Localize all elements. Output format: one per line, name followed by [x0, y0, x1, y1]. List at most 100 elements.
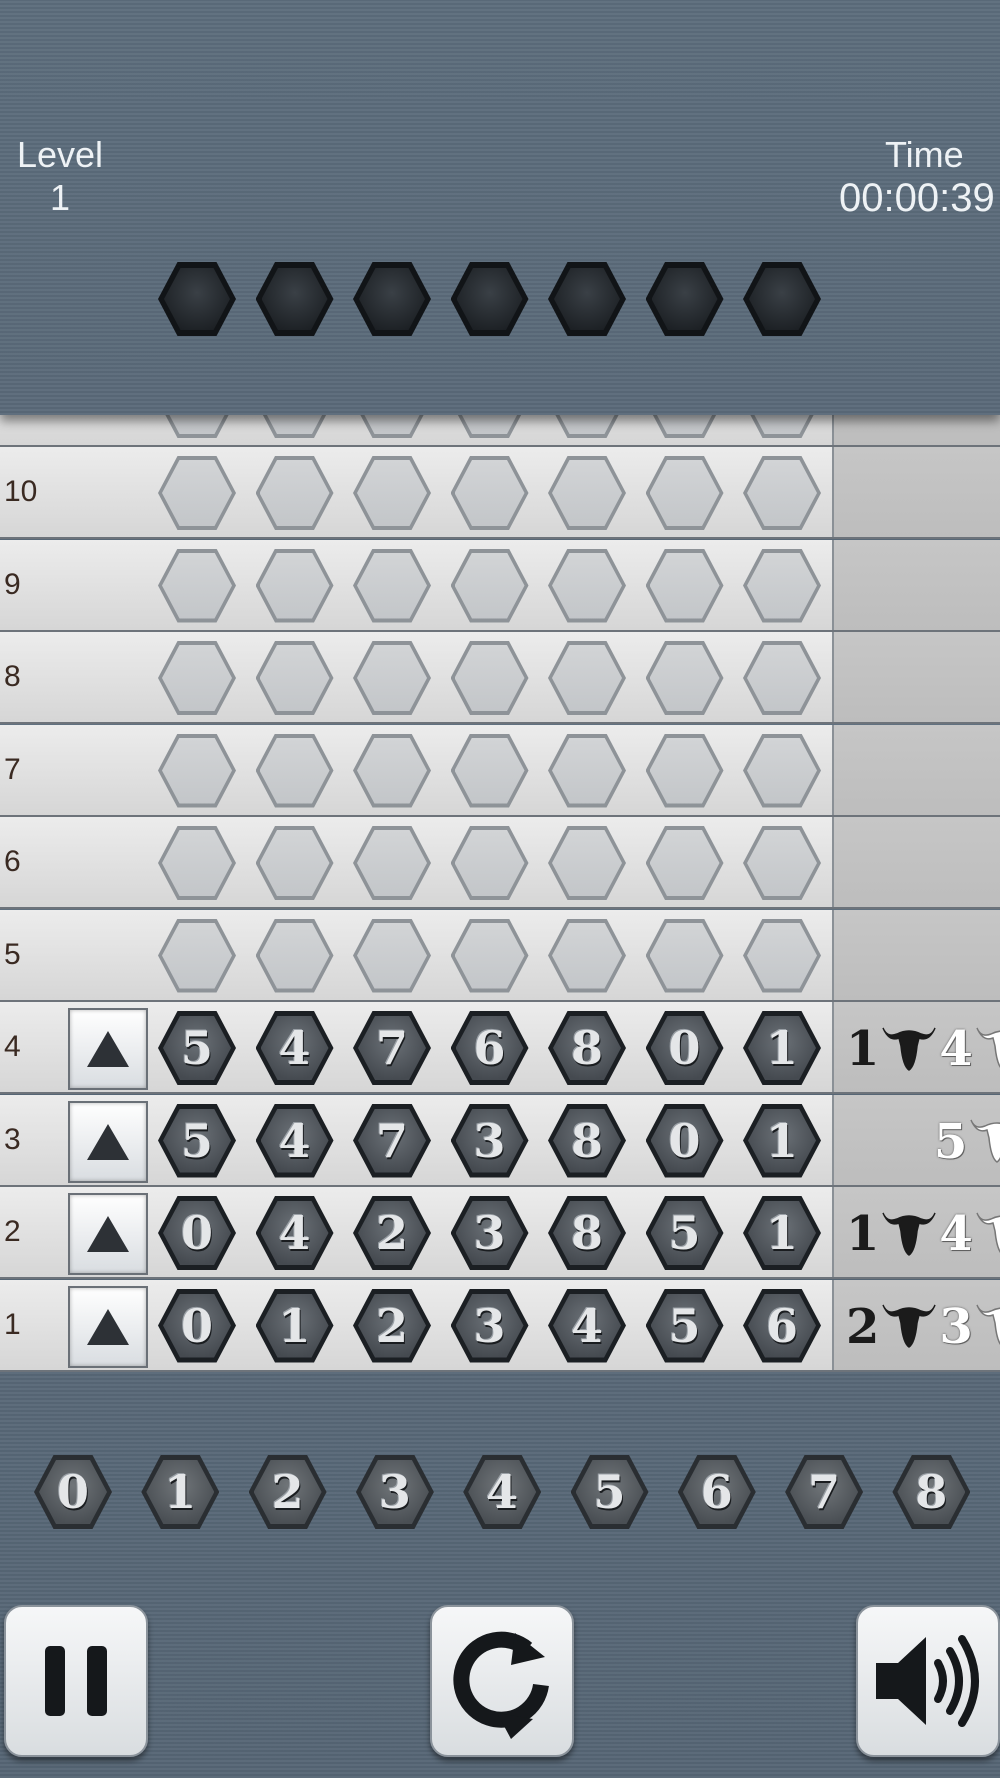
digit-key[interactable]: 5	[570, 1455, 649, 1529]
empty-slot[interactable]	[255, 641, 334, 715]
guess-digit: 1	[743, 1103, 821, 1178]
score-area	[832, 724, 1000, 815]
empty-slot	[645, 415, 724, 438]
digit-key[interactable]: 4	[463, 1455, 542, 1529]
guess-digit: 5	[158, 1011, 236, 1085]
triangle-up-icon	[87, 1031, 129, 1067]
empty-slot[interactable]	[450, 826, 529, 900]
speaker-icon	[876, 1635, 979, 1727]
triangle-up-icon	[87, 1216, 129, 1252]
row-number: 5	[4, 937, 21, 971]
guess-digit: 8	[548, 1011, 626, 1085]
cows-count: 3	[939, 1298, 973, 1355]
empty-slot[interactable]	[158, 456, 236, 530]
time-display: Time 00:00:39	[835, 135, 1000, 221]
guess-digit: 8	[548, 1196, 626, 1270]
empty-slot[interactable]	[645, 826, 724, 900]
empty-slot[interactable]	[743, 733, 821, 808]
guess-digit: 4	[255, 1103, 334, 1178]
empty-slot[interactable]	[450, 641, 529, 715]
guess-row: 4547680114	[0, 1002, 1000, 1094]
digit-key[interactable]: 7	[785, 1455, 864, 1529]
empty-slot[interactable]	[353, 641, 431, 715]
guess-row: 6	[0, 817, 1000, 909]
empty-slot[interactable]	[353, 918, 431, 993]
row-submit-button[interactable]	[68, 1008, 148, 1090]
secret-slot	[645, 262, 724, 336]
empty-slot[interactable]	[645, 918, 724, 993]
empty-slot[interactable]	[743, 548, 821, 623]
time-value: 00:00:39	[839, 176, 995, 220]
empty-slot[interactable]	[548, 548, 626, 623]
empty-slot[interactable]	[158, 918, 236, 993]
empty-slot[interactable]	[255, 918, 334, 993]
empty-slot[interactable]	[255, 826, 334, 900]
empty-slot[interactable]	[450, 548, 529, 623]
empty-slot[interactable]	[548, 826, 626, 900]
row-submit-button[interactable]	[68, 1100, 148, 1183]
digit-key[interactable]: 6	[677, 1455, 756, 1529]
digit-key[interactable]: 3	[355, 1455, 434, 1529]
triangle-up-icon	[87, 1123, 129, 1160]
digit-key[interactable]: 2	[248, 1455, 327, 1529]
empty-slot[interactable]	[743, 826, 821, 900]
empty-slot[interactable]	[353, 826, 431, 900]
empty-slot[interactable]	[645, 641, 724, 715]
empty-slot[interactable]	[645, 456, 724, 530]
empty-slot[interactable]	[353, 456, 431, 530]
score-area	[832, 539, 1000, 630]
empty-slot	[353, 415, 431, 438]
empty-slot[interactable]	[645, 548, 724, 623]
guess-row: 354738015	[0, 1094, 1000, 1187]
empty-slot[interactable]	[548, 733, 626, 808]
empty-slot[interactable]	[450, 733, 529, 808]
digit-key[interactable]: 8	[892, 1455, 971, 1529]
row-submit-button[interactable]	[68, 1285, 148, 1368]
sound-button[interactable]	[856, 1605, 1000, 1757]
pause-button[interactable]	[4, 1605, 148, 1757]
empty-slot[interactable]	[743, 641, 821, 715]
empty-slot[interactable]	[353, 548, 431, 623]
guess-digit: 4	[255, 1011, 334, 1085]
empty-slot[interactable]	[645, 733, 724, 808]
guess-digit: 6	[743, 1288, 821, 1363]
row-number: 2	[4, 1215, 21, 1248]
empty-slot[interactable]	[158, 641, 236, 715]
level-value: 1	[49, 177, 71, 218]
restart-button[interactable]	[430, 1605, 574, 1757]
empty-slot[interactable]	[158, 548, 236, 623]
empty-slot[interactable]	[548, 641, 626, 715]
cows-count: 4	[939, 1206, 973, 1262]
empty-slot[interactable]	[743, 918, 821, 993]
empty-slot[interactable]	[450, 918, 529, 993]
level-display: Level 1	[0, 135, 120, 221]
secret-slot	[548, 262, 626, 336]
empty-slot[interactable]	[743, 456, 821, 530]
row-partial	[0, 415, 1000, 447]
empty-slot[interactable]	[158, 826, 236, 900]
empty-slot[interactable]	[548, 918, 626, 993]
guess-row: 7	[0, 724, 1000, 817]
digit-key[interactable]: 1	[141, 1455, 220, 1529]
score-area	[832, 632, 1000, 722]
empty-slot[interactable]	[353, 733, 431, 808]
guess-digit: 2	[353, 1288, 431, 1363]
empty-slot	[158, 415, 236, 438]
empty-slot[interactable]	[450, 456, 529, 530]
empty-slot[interactable]	[255, 548, 334, 623]
cows-count: 4	[939, 1021, 973, 1077]
empty-slot[interactable]	[158, 733, 236, 808]
cow-icon	[969, 1114, 1000, 1169]
row-number: 6	[4, 845, 21, 878]
guess-digit: 7	[353, 1103, 431, 1178]
row-submit-button[interactable]	[68, 1193, 148, 1275]
empty-slot[interactable]	[255, 456, 334, 530]
level-label: Level	[16, 134, 104, 175]
empty-slot[interactable]	[255, 733, 334, 808]
cows-count: 5	[934, 1113, 968, 1170]
empty-slot[interactable]	[548, 456, 626, 530]
row-number: 9	[4, 567, 21, 601]
digit-key[interactable]: 0	[34, 1455, 112, 1529]
guess-digit: 1	[743, 1011, 821, 1085]
secret-slot	[158, 262, 236, 336]
